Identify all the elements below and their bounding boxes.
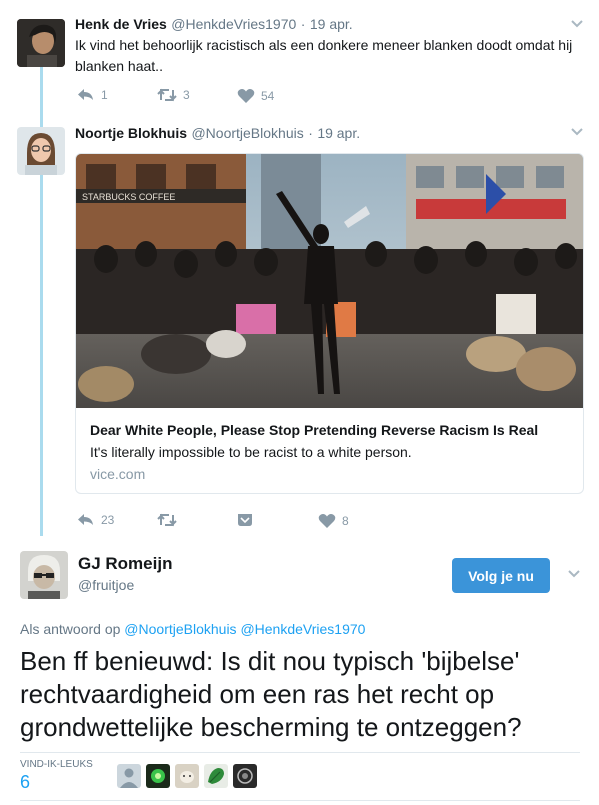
- reply-button[interactable]: 1: [77, 88, 108, 102]
- liker-avatar[interactable]: [233, 764, 257, 788]
- card-title[interactable]: Dear White People, Please Stop Pretendin…: [90, 422, 538, 438]
- liker-avatars: [117, 764, 257, 788]
- like-count: 54: [261, 89, 275, 103]
- retweet-count: 3: [183, 88, 190, 102]
- link-card[interactable]: STARBUCKS COFFEE Dear White People, Plea…: [75, 153, 584, 494]
- tweet-date[interactable]: 19 apr.: [317, 125, 360, 141]
- card-photo[interactable]: STARBUCKS COFFEE: [76, 154, 583, 408]
- separator-dot: ·: [300, 16, 306, 32]
- author-name[interactable]: Henk de Vries: [75, 16, 167, 32]
- reply-context-label: Als antwoord op: [20, 621, 121, 637]
- card-domain: vice.com: [90, 466, 146, 482]
- reply-icon: [78, 514, 93, 525]
- liker-avatar[interactable]: [117, 764, 141, 788]
- author-name[interactable]: Noortje Blokhuis: [75, 125, 187, 141]
- avatar-gj-romeijn[interactable]: [20, 551, 68, 599]
- retweet-button[interactable]: 3: [157, 88, 190, 102]
- liker-avatar[interactable]: [175, 764, 199, 788]
- like-button[interactable]: 54: [237, 88, 274, 104]
- storefront-sign: STARBUCKS COFFEE: [82, 192, 175, 202]
- like-button[interactable]: 8: [318, 513, 349, 529]
- avatar-noortje[interactable]: [17, 127, 65, 175]
- chevron-down-icon[interactable]: [570, 127, 584, 137]
- card-description: It's literally impossible to be racist t…: [90, 444, 412, 460]
- separator-dot: ·: [308, 125, 313, 141]
- retweet-button[interactable]: [157, 513, 177, 527]
- like-count: 8: [342, 514, 349, 528]
- follow-button[interactable]: Volg je nu: [452, 558, 550, 593]
- heart-icon: [237, 89, 255, 103]
- likes-label[interactable]: VIND-IK-LEUKS: [20, 759, 93, 770]
- retweet-icon: [157, 513, 177, 527]
- retweet-icon: [157, 88, 177, 102]
- tweet-text-line: Ik vind het behoorlijk racistisch als ee…: [75, 37, 573, 53]
- stats-divider-bottom: [20, 800, 580, 801]
- author-handle[interactable]: @NoortjeBlokhuis: [191, 125, 303, 141]
- author-handle[interactable]: @HenkdeVries1970: [171, 16, 296, 32]
- reply-icon: [78, 89, 93, 100]
- direct-message-button[interactable]: [237, 513, 253, 527]
- stats-divider-top: [20, 752, 580, 753]
- author-handle[interactable]: @fruitjoe: [78, 577, 134, 593]
- liker-avatar[interactable]: [204, 764, 228, 788]
- chevron-down-icon[interactable]: [570, 19, 584, 29]
- reply-button[interactable]: 23: [77, 513, 114, 527]
- inbox-icon: [238, 514, 252, 526]
- reply-count: 1: [101, 88, 108, 102]
- mention-link-noortje[interactable]: @NoortjeBlokhuis: [124, 621, 236, 637]
- avatar-henk[interactable]: [17, 19, 65, 67]
- liker-avatar[interactable]: [146, 764, 170, 788]
- author-name[interactable]: GJ Romeijn: [78, 554, 172, 574]
- likes-count[interactable]: 6: [20, 772, 30, 793]
- tweet-date[interactable]: 19 apr.: [310, 16, 353, 32]
- main-tweet-text: Ben ff benieuwd: Is dit nou typisch 'bij…: [20, 646, 522, 742]
- heart-icon: [318, 514, 336, 528]
- tweet-text-line: blanken haat..: [75, 58, 163, 74]
- chevron-down-icon[interactable]: [567, 569, 581, 579]
- reply-count: 23: [101, 513, 115, 527]
- mention-link-henk[interactable]: @HenkdeVries1970: [240, 621, 365, 637]
